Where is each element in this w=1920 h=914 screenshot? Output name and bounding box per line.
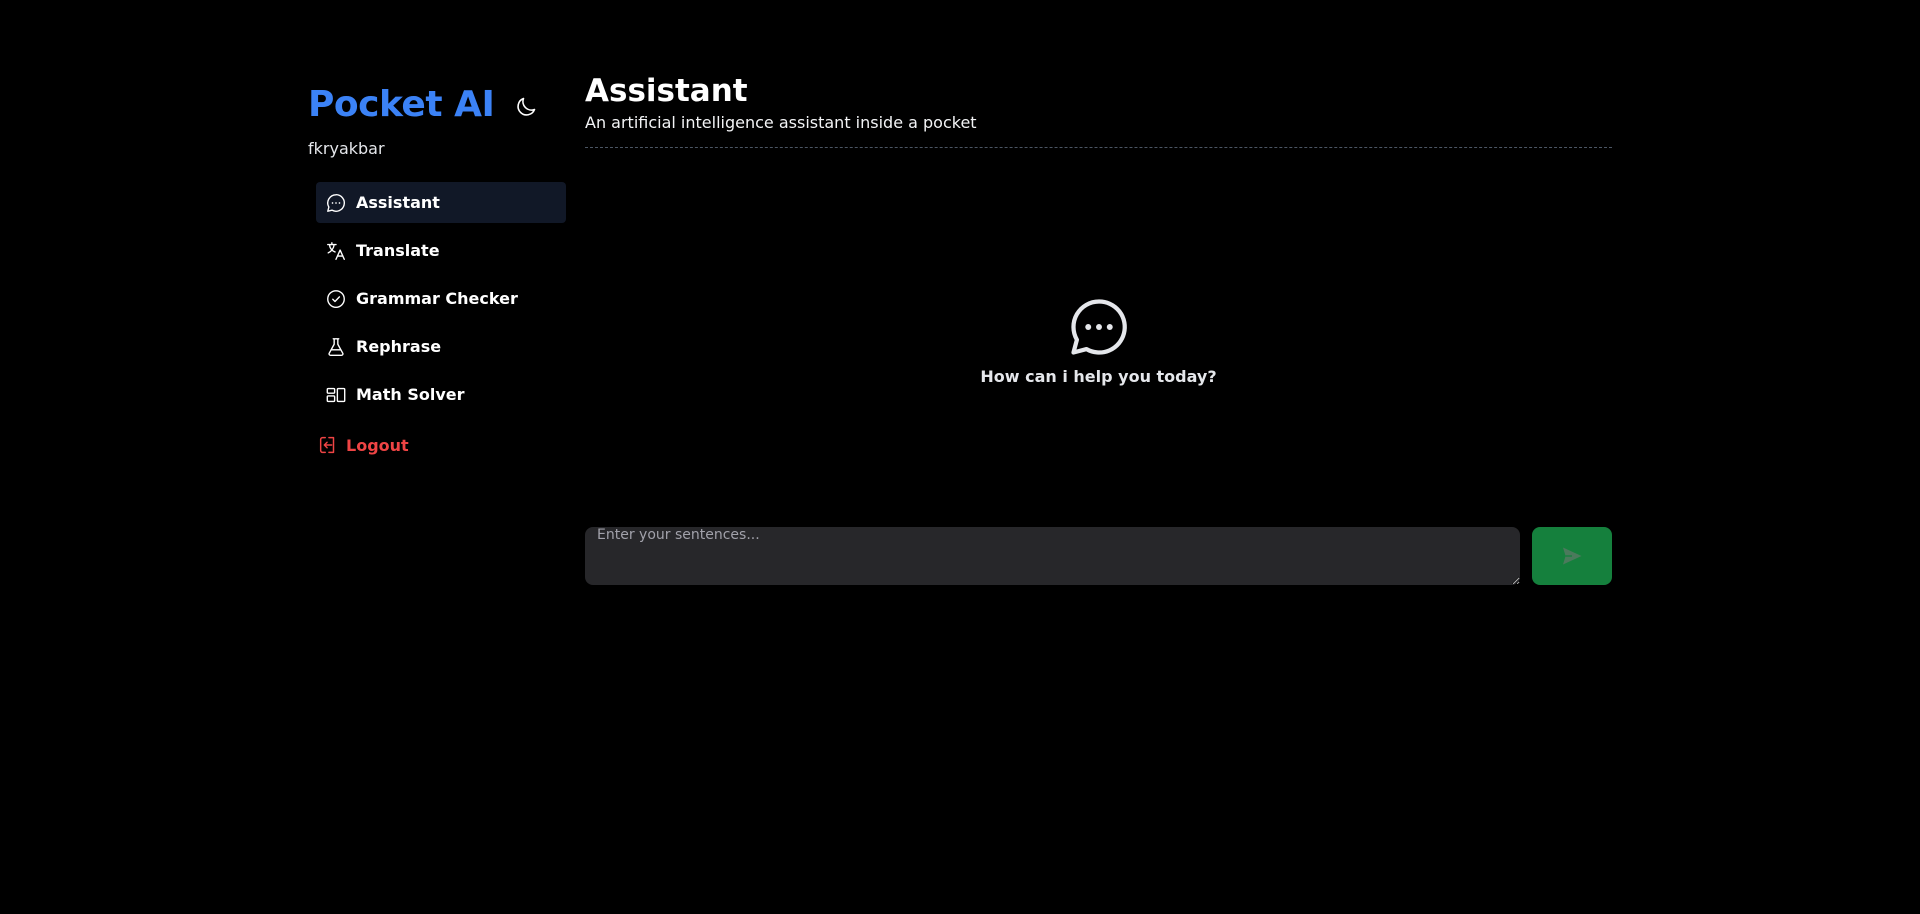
page-title: Assistant xyxy=(585,73,748,109)
chat-bubble-icon xyxy=(1070,299,1127,355)
page-subtitle: An artificial intelligence assistant ins… xyxy=(585,113,977,132)
logout-icon xyxy=(316,433,340,457)
sidebar-item-translate[interactable]: Translate xyxy=(316,230,566,271)
logout-label: Logout xyxy=(346,435,409,455)
chat-bubble-icon xyxy=(324,191,348,215)
sidebar-item-label: Translate xyxy=(356,241,440,260)
message-input[interactable] xyxy=(585,527,1520,585)
sidebar-item-label: Assistant xyxy=(356,193,440,212)
check-circle-icon xyxy=(324,287,348,311)
header-divider xyxy=(585,147,1612,148)
sidebar-item-label: Grammar Checker xyxy=(356,289,518,308)
sidebar-nav: Assistant Translate Grammar Checker Reph… xyxy=(316,182,566,422)
send-button[interactable] xyxy=(1532,527,1612,585)
sidebar-item-assistant[interactable]: Assistant xyxy=(316,182,566,223)
translate-icon xyxy=(324,239,348,263)
empty-state: How can i help you today? xyxy=(585,293,1612,386)
moon-icon xyxy=(517,97,536,116)
logout-button[interactable]: Logout xyxy=(316,429,409,461)
sidebar-item-label: Rephrase xyxy=(356,337,442,356)
composer xyxy=(585,527,1612,585)
send-icon xyxy=(1563,547,1582,565)
sidebar-item-math-solver[interactable]: Math Solver xyxy=(316,374,566,415)
layout-blocks-icon xyxy=(324,383,348,407)
brand-row: Pocket AI xyxy=(308,80,566,132)
empty-state-text: How can i help you today? xyxy=(980,367,1217,386)
main-panel: Assistant An artificial intelligence ass… xyxy=(585,70,1612,585)
brand-logo[interactable]: Pocket AI xyxy=(308,84,495,125)
beaker-icon xyxy=(324,335,348,359)
sidebar-item-rephrase[interactable]: Rephrase xyxy=(316,326,566,367)
theme-toggle-button[interactable] xyxy=(511,92,541,122)
sidebar: Pocket AI fkryakbar Assistant Translate … xyxy=(308,80,566,455)
sidebar-item-label: Math Solver xyxy=(356,385,465,404)
username: fkryakbar xyxy=(308,139,385,158)
sidebar-item-grammar-checker[interactable]: Grammar Checker xyxy=(316,278,566,319)
